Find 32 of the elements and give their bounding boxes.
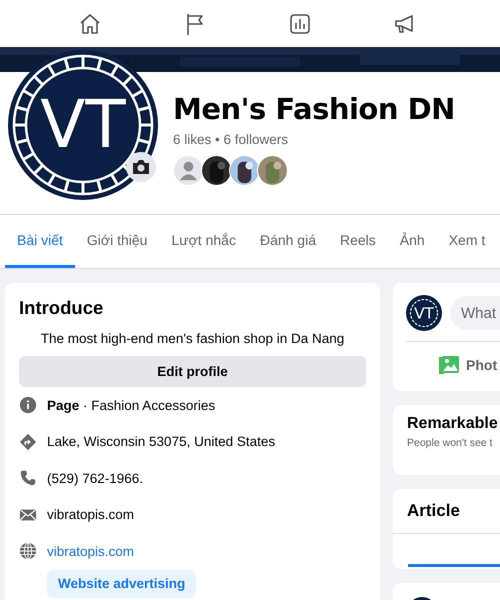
email-text: vibratopis.com: [47, 507, 134, 522]
info-icon: [19, 396, 37, 414]
tab[interactable]: Ảnh: [388, 215, 437, 268]
phone-number: (529) 762-1966.: [47, 470, 144, 486]
card-subtitle: People won't see t: [407, 437, 494, 449]
page-category: Page · Fashion Accessories: [47, 398, 216, 413]
page-stats: 6 likes • 6 followers: [173, 132, 290, 147]
post-input-field[interactable]: What: [450, 296, 500, 330]
card-title: Article: [393, 501, 500, 534]
website-advertising-button[interactable]: Website advertising: [47, 570, 196, 598]
tab[interactable]: Lượt nhắc: [159, 215, 248, 268]
camera-icon: [132, 159, 150, 175]
home-icon[interactable]: [78, 12, 102, 36]
tab[interactable]: Xem t: [436, 215, 498, 268]
tab[interactable]: Đánh giá: [248, 215, 328, 268]
edit-profile-button[interactable]: Edit profile: [19, 356, 366, 387]
photo-icon: [438, 354, 460, 376]
address-text: Lake, Wisconsin 53075, United States: [47, 434, 276, 450]
direction-sign-icon: [19, 432, 37, 451]
card-title: Introduce: [19, 297, 104, 319]
bar-chart-icon[interactable]: [288, 12, 312, 36]
photo-button[interactable]: Phot: [466, 357, 498, 373]
tab[interactable]: Reels: [328, 215, 388, 268]
tab[interactable]: Giới thiệu: [74, 215, 160, 268]
vt-logo: VT: [8, 50, 158, 200]
website-link[interactable]: vibratopis.com: [47, 544, 134, 559]
page-description: The most high-end men's fashion shop in Da Nang: [40, 331, 346, 346]
phone-icon: [19, 469, 37, 488]
vt-logo: VT: [406, 295, 442, 331]
card-title: Remarkable: [407, 415, 499, 433]
page-name: Men's Fashion DN: [173, 92, 455, 126]
globe-icon: [19, 542, 37, 560]
